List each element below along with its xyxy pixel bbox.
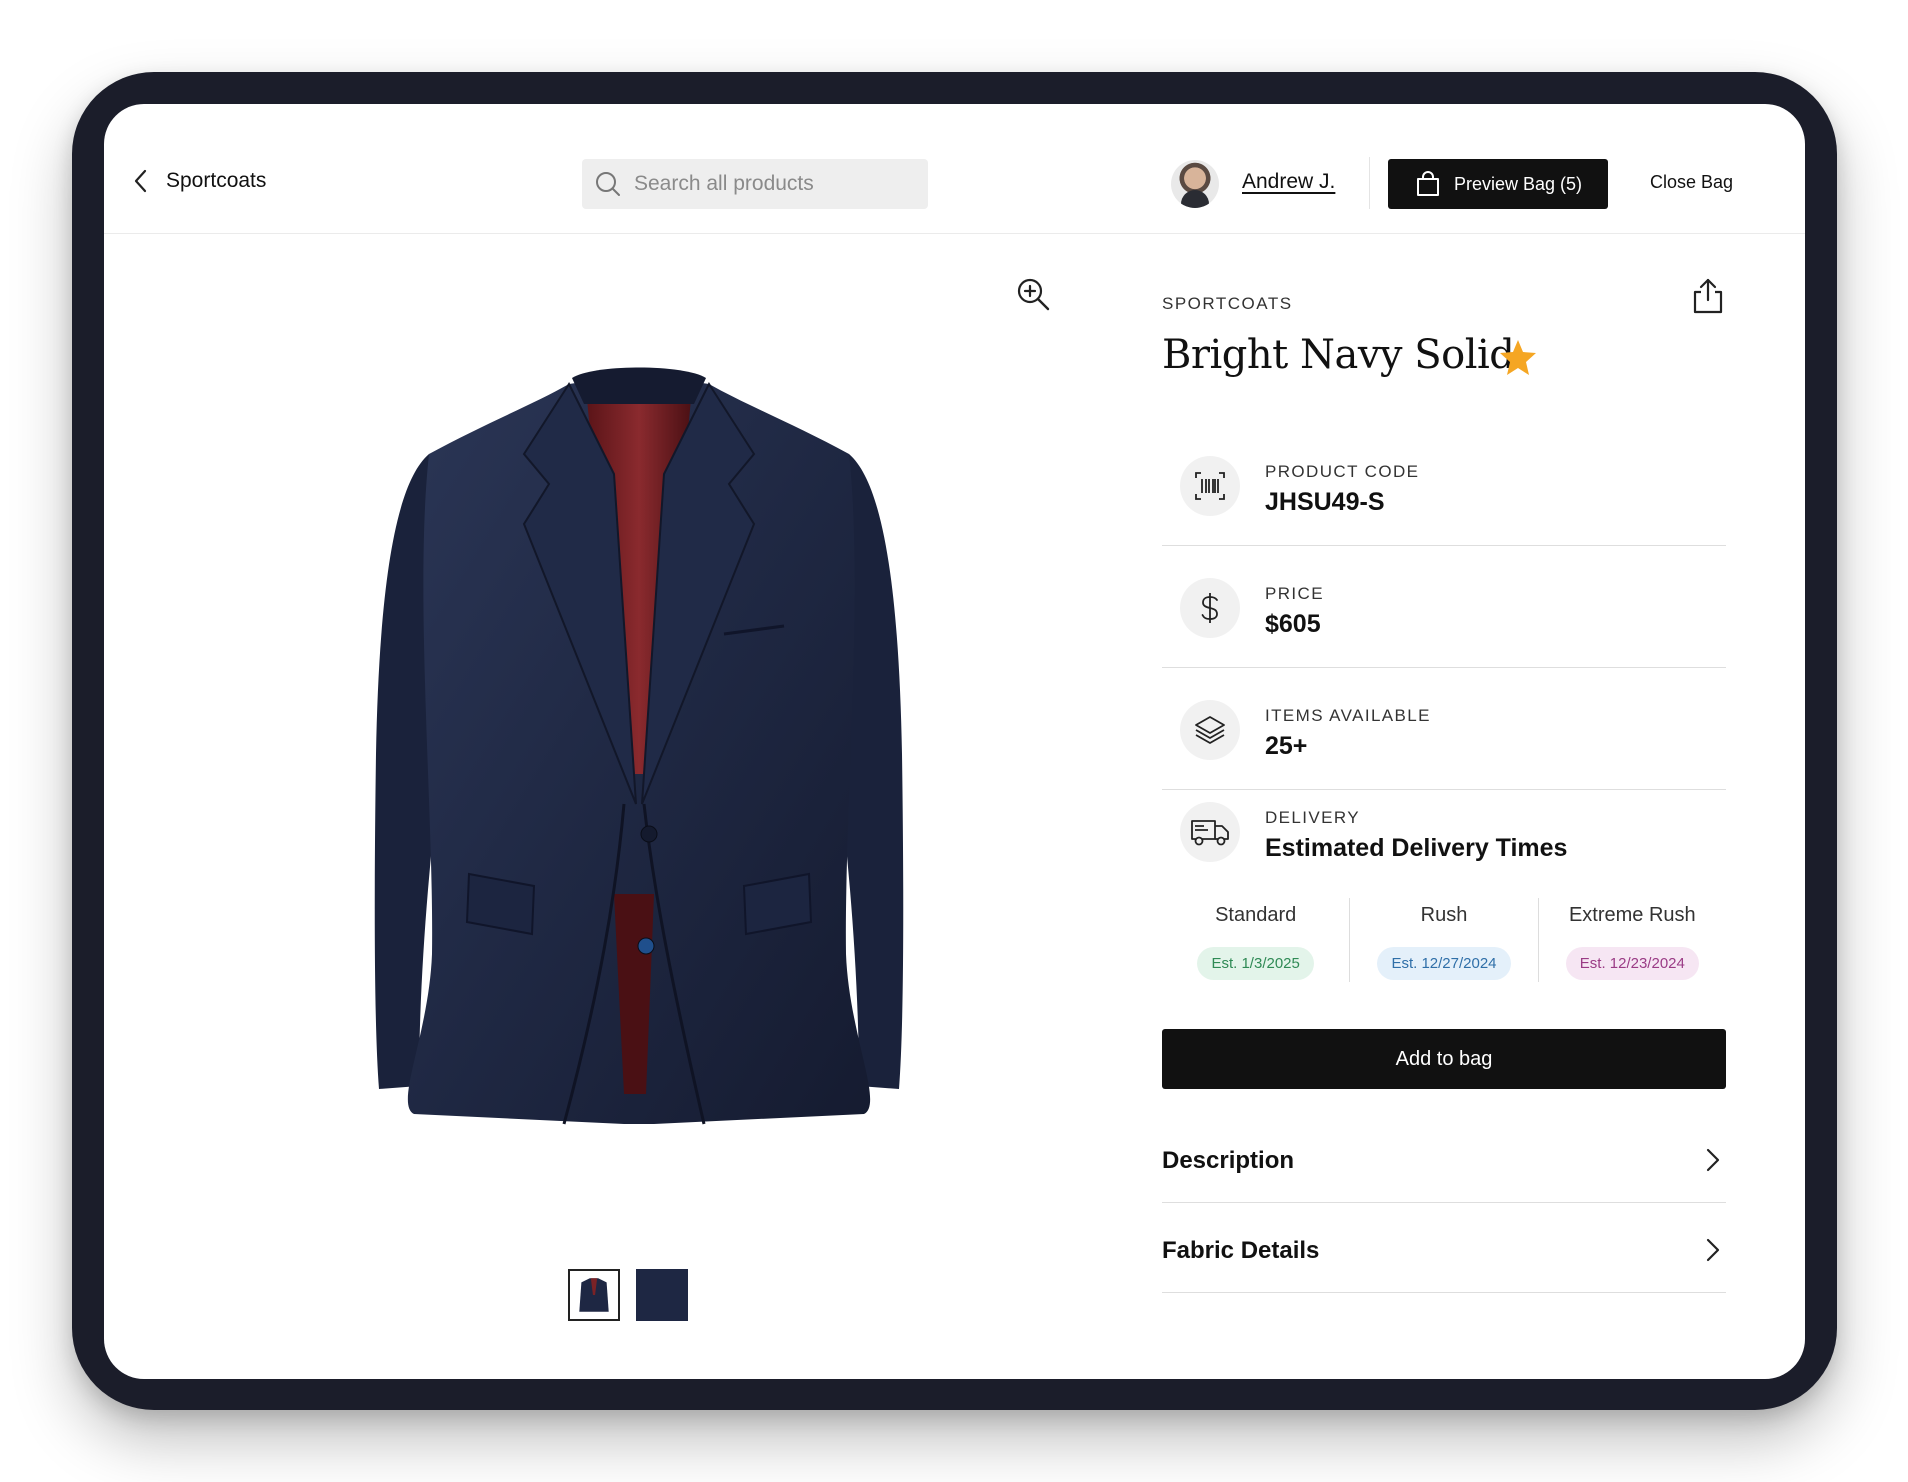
product-code-row: PRODUCT CODE JHSU49-S: [1162, 424, 1726, 546]
delivery-label: DELIVERY: [1265, 808, 1360, 827]
dollar-icon: [1201, 593, 1218, 623]
delivery-section: DELIVERY Estimated Delivery Times Standa…: [1162, 770, 1726, 1070]
delivery-estimate-badge: Est. 12/23/2024: [1565, 947, 1699, 980]
fabric-details-accordion[interactable]: Fabric Details: [1162, 1203, 1726, 1293]
preview-bag-button[interactable]: Preview Bag (5): [1388, 159, 1608, 209]
fabric-details-label: Fabric Details: [1162, 1237, 1320, 1264]
description-accordion[interactable]: Description: [1162, 1113, 1726, 1203]
delivery-estimate-badge: Est. 1/3/2025: [1197, 947, 1314, 980]
close-bag-button[interactable]: Close Bag: [1650, 172, 1733, 193]
zoom-in-icon[interactable]: [1015, 276, 1051, 312]
truck-icon: [1191, 820, 1229, 846]
barcode-icon-wrap: [1180, 456, 1240, 516]
price-row: PRICE $605: [1162, 546, 1726, 668]
delivery-title: Estimated Delivery Times: [1265, 834, 1568, 862]
price-label: PRICE: [1265, 584, 1324, 603]
items-available-value: 25+: [1265, 732, 1308, 760]
price-value: $605: [1265, 610, 1321, 638]
product-code-value: JHSU49-S: [1265, 488, 1385, 516]
description-label: Description: [1162, 1147, 1295, 1174]
barcode-icon: [1195, 472, 1225, 500]
delivery-option-name: Standard: [1215, 904, 1297, 926]
top-bar: Sportcoats Andrew J. Preview Bag (5) Clo…: [104, 104, 1805, 234]
avatar[interactable]: [1171, 160, 1219, 208]
preview-bag-label: Preview Bag (5): [1453, 173, 1583, 194]
share-icon[interactable]: [1690, 276, 1726, 316]
header-divider: [1369, 157, 1370, 209]
back-button[interactable]: Sportcoats: [130, 168, 266, 194]
back-label: Sportcoats: [166, 169, 267, 192]
jacket-thumbnail-image: [573, 1274, 615, 1316]
shopping-bag-icon: [1416, 171, 1439, 196]
chevron-right-icon: [1706, 1148, 1720, 1172]
delivery-option-rush[interactable]: Rush Est. 12/27/2024: [1349, 898, 1537, 982]
search-box[interactable]: [582, 159, 928, 209]
search-input[interactable]: [634, 172, 914, 196]
product-title: Bright Navy Solid: [1162, 332, 1515, 378]
thumbnail-fabric[interactable]: [636, 1269, 688, 1321]
delivery-options: Standard Est. 1/3/2025 Rush Est. 12/27/2…: [1162, 898, 1726, 982]
product-category: SPORTCOATS: [1162, 294, 1293, 313]
layers-icon-wrap: [1180, 700, 1240, 760]
truck-icon-wrap: [1180, 802, 1240, 862]
delivery-estimate-badge: Est. 12/27/2024: [1377, 947, 1511, 980]
delivery-option-standard[interactable]: Standard Est. 1/3/2025: [1162, 898, 1349, 982]
dollar-icon-wrap: [1180, 578, 1240, 638]
thumbnail-strip: [568, 1269, 688, 1321]
product-image: [374, 367, 904, 1125]
delivery-option-name: Rush: [1420, 904, 1468, 926]
favorite-star-icon[interactable]: [1498, 337, 1538, 377]
fabric-swatch-image: [636, 1269, 688, 1321]
product-code-label: PRODUCT CODE: [1265, 462, 1420, 481]
user-name-link[interactable]: Andrew J.: [1242, 170, 1335, 194]
chevron-left-icon: [134, 169, 147, 193]
delivery-option-extreme-rush[interactable]: Extreme Rush Est. 12/23/2024: [1537, 898, 1726, 982]
layers-icon: [1195, 716, 1225, 744]
search-icon: [596, 172, 620, 196]
chevron-right-icon: [1706, 1238, 1720, 1262]
add-to-bag-button[interactable]: Add to bag: [1162, 1029, 1726, 1089]
app-screen: Sportcoats Andrew J. Preview Bag (5) Clo…: [104, 104, 1805, 1379]
items-available-label: ITEMS AVAILABLE: [1265, 706, 1431, 725]
thumbnail-jacket[interactable]: [568, 1269, 620, 1321]
delivery-option-name: Extreme Rush: [1568, 904, 1696, 926]
